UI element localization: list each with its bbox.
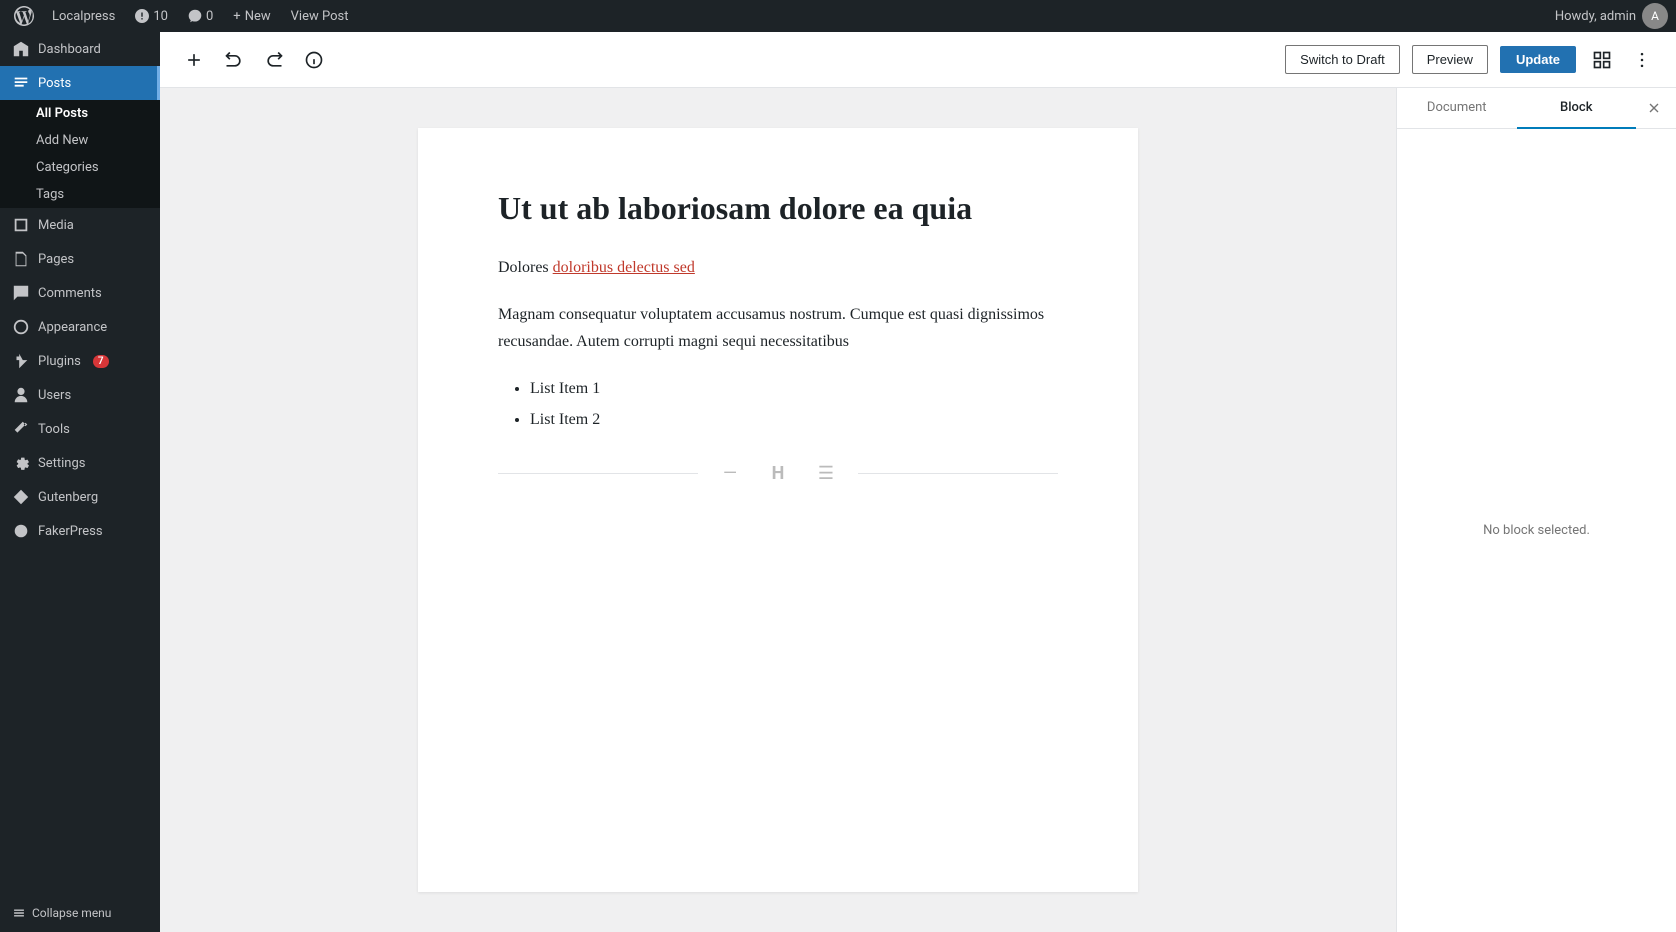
sidebar-item-tools[interactable]: Tools bbox=[0, 412, 160, 446]
sidebar-item-posts-label: Posts bbox=[38, 76, 71, 91]
switch-to-draft-button[interactable]: Switch to Draft bbox=[1285, 45, 1400, 74]
sidebar-item-comments-label: Comments bbox=[38, 286, 102, 301]
right-panel: Document Block No block selected. bbox=[1396, 88, 1676, 932]
undo-button[interactable] bbox=[216, 42, 252, 78]
settings-toggle-button[interactable] bbox=[1584, 42, 1620, 78]
sidebar-item-settings-label: Settings bbox=[38, 456, 85, 471]
collapse-menu[interactable]: Collapse menu bbox=[0, 894, 160, 932]
editor-canvas[interactable]: Ut ut ab laboriosam dolore ea quia Dolor… bbox=[160, 88, 1396, 932]
sidebar-item-media-label: Media bbox=[38, 218, 74, 233]
plugins-badge: 7 bbox=[93, 355, 109, 368]
heading-icon[interactable]: H bbox=[762, 458, 794, 490]
howdy-label: Howdy, admin A bbox=[1555, 3, 1668, 29]
sidebar-item-appearance[interactable]: Appearance bbox=[0, 310, 160, 344]
list-item-1: List Item 1 bbox=[530, 375, 1058, 402]
sidebar-item-comments[interactable]: Comments bbox=[0, 276, 160, 310]
editor-content-wrapper: Ut ut ab laboriosam dolore ea quia Dolor… bbox=[160, 88, 1676, 932]
list-item-2: List Item 2 bbox=[530, 406, 1058, 433]
sidebar-item-gutenberg[interactable]: Gutenberg bbox=[0, 480, 160, 514]
site-name[interactable]: Localpress bbox=[44, 0, 123, 32]
sidebar-item-dashboard-label: Dashboard bbox=[38, 42, 101, 57]
post-paragraph-1[interactable]: Dolores doloribus delectus sed bbox=[498, 254, 1058, 281]
sidebar-item-pages-label: Pages bbox=[38, 252, 74, 267]
more-options-button[interactable] bbox=[1624, 42, 1660, 78]
sidebar-item-plugins[interactable]: Plugins 7 bbox=[0, 344, 160, 378]
panel-close-button[interactable] bbox=[1636, 90, 1672, 126]
sidebar-item-pages[interactable]: Pages bbox=[0, 242, 160, 276]
tab-document[interactable]: Document bbox=[1397, 88, 1517, 129]
paragraph-1-text: Dolores bbox=[498, 259, 553, 276]
post-title[interactable]: Ut ut ab laboriosam dolore ea quia bbox=[498, 188, 1058, 230]
new-content-item[interactable]: + New bbox=[225, 9, 278, 24]
sidebar-sub-categories[interactable]: Categories bbox=[0, 154, 160, 181]
preview-button[interactable]: Preview bbox=[1412, 45, 1488, 74]
editor-post: Ut ut ab laboriosam dolore ea quia Dolor… bbox=[418, 128, 1138, 892]
sidebar-item-posts[interactable]: Posts bbox=[0, 66, 160, 100]
admin-bar: Localpress 10 0 + New View Post Howdy, a… bbox=[0, 0, 1676, 32]
main-layout: Dashboard Posts All Posts Add New Catego… bbox=[0, 32, 1676, 932]
no-block-selected-text: No block selected. bbox=[1483, 523, 1590, 538]
panel-body: No block selected. bbox=[1397, 129, 1676, 932]
sidebar-menu: Dashboard Posts All Posts Add New Catego… bbox=[0, 32, 160, 548]
redo-button[interactable] bbox=[256, 42, 292, 78]
list-icon[interactable]: ☰ bbox=[810, 458, 842, 490]
wp-logo[interactable] bbox=[8, 0, 40, 32]
block-inserter-row: — H ☰ bbox=[498, 458, 1058, 490]
sidebar-item-gutenberg-label: Gutenberg bbox=[38, 490, 98, 505]
info-button[interactable] bbox=[296, 42, 332, 78]
editor-toolbar: Switch to Draft Preview Update bbox=[160, 32, 1676, 88]
posts-submenu: All Posts Add New Categories Tags bbox=[0, 100, 160, 208]
sidebar-item-fakerpress[interactable]: FakerPress bbox=[0, 514, 160, 548]
collapse-menu-label: Collapse menu bbox=[32, 906, 111, 920]
sidebar-item-dashboard[interactable]: Dashboard bbox=[0, 32, 160, 66]
sidebar: Dashboard Posts All Posts Add New Catego… bbox=[0, 32, 160, 932]
sidebar-item-fakerpress-label: FakerPress bbox=[38, 524, 103, 539]
editor-wrapper: Switch to Draft Preview Update Ut ut ab … bbox=[160, 32, 1676, 932]
comments-item[interactable]: 0 bbox=[180, 0, 221, 32]
sidebar-sub-all-posts[interactable]: All Posts bbox=[0, 100, 160, 127]
panel-tabs: Document Block bbox=[1397, 88, 1676, 129]
sidebar-sub-add-new[interactable]: Add New bbox=[0, 127, 160, 154]
paragraph-1-link[interactable]: doloribus delectus sed bbox=[553, 259, 695, 276]
sidebar-item-appearance-label: Appearance bbox=[38, 320, 107, 335]
sidebar-item-users[interactable]: Users bbox=[0, 378, 160, 412]
sidebar-item-settings[interactable]: Settings bbox=[0, 446, 160, 480]
sidebar-item-plugins-label: Plugins bbox=[38, 354, 81, 369]
sidebar-item-tools-label: Tools bbox=[38, 422, 70, 437]
updates-item[interactable]: 10 bbox=[127, 0, 176, 32]
view-post-item[interactable]: View Post bbox=[283, 9, 357, 24]
avatar: A bbox=[1642, 3, 1668, 29]
add-block-button[interactable] bbox=[176, 42, 212, 78]
sidebar-item-media[interactable]: Media bbox=[0, 208, 160, 242]
sidebar-item-users-label: Users bbox=[38, 388, 71, 403]
update-button[interactable]: Update bbox=[1500, 46, 1576, 73]
tab-block[interactable]: Block bbox=[1517, 88, 1637, 129]
separator-icon[interactable]: — bbox=[714, 458, 746, 490]
post-paragraph-2[interactable]: Magnam consequatur voluptatem accusamus … bbox=[498, 301, 1058, 355]
sidebar-sub-tags[interactable]: Tags bbox=[0, 181, 160, 208]
post-list[interactable]: List Item 1 List Item 2 bbox=[498, 375, 1058, 433]
